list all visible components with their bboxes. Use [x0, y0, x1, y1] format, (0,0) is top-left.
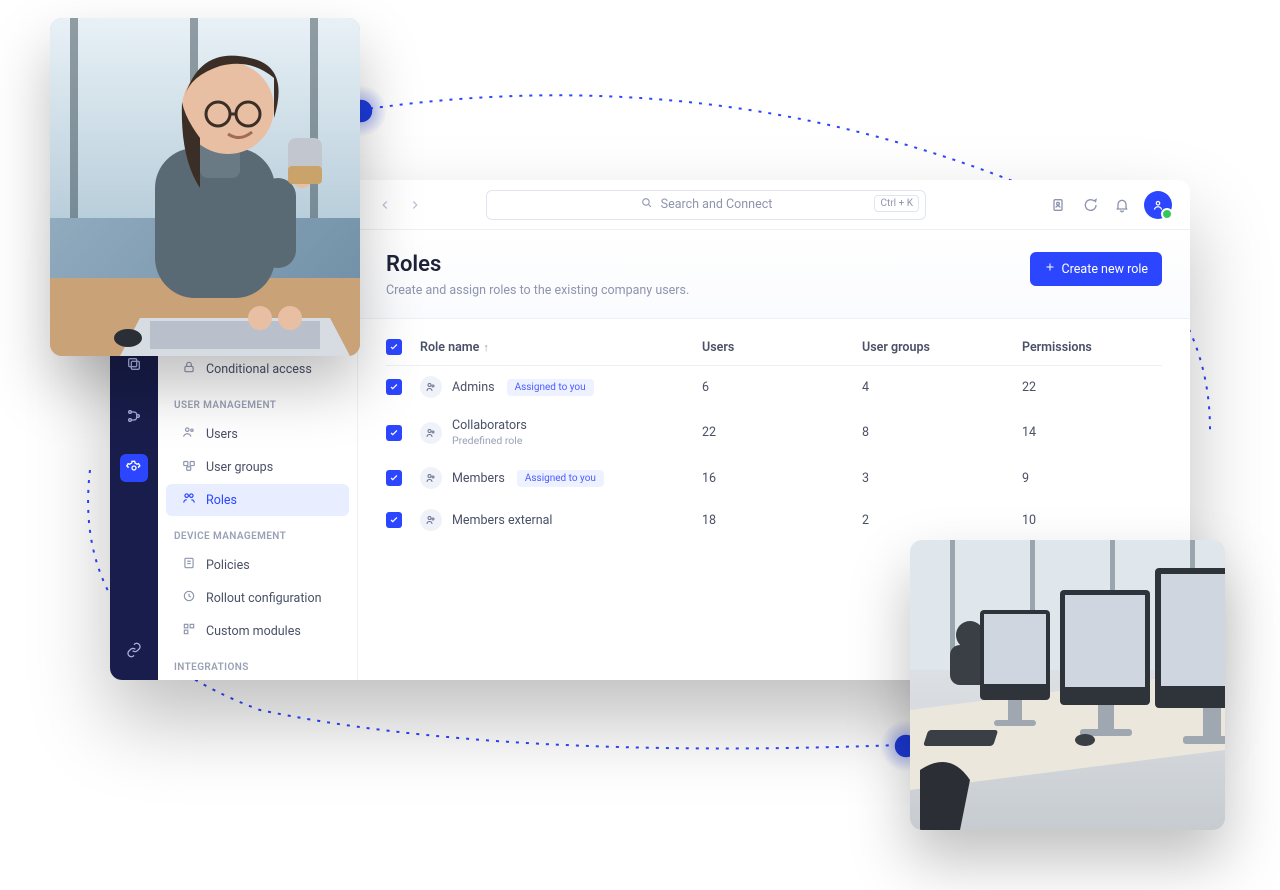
- cell-groups: 8: [862, 425, 1022, 440]
- row-checkbox[interactable]: [386, 470, 402, 486]
- role-name: Admins: [452, 380, 495, 395]
- role-cell: Members external: [420, 509, 702, 531]
- cell-perms: 14: [1022, 425, 1162, 440]
- sidebar-item-label: Custom modules: [206, 624, 301, 639]
- sidebar-item-rollout[interactable]: Rollout configuration: [166, 582, 349, 614]
- role-icon: [420, 467, 442, 489]
- role-name: Collaborators: [452, 418, 527, 433]
- sidebar-item-label: Conditional access: [206, 362, 312, 377]
- sidebar-item-label: User groups: [206, 460, 273, 475]
- col-user-groups[interactable]: User groups: [862, 340, 1022, 355]
- assigned-badge: Assigned to you: [517, 470, 604, 487]
- page-subtitle: Create and assign roles to the existing …: [386, 283, 689, 298]
- create-role-button[interactable]: Create new role: [1030, 252, 1162, 286]
- nav-forward-button[interactable]: [406, 196, 424, 214]
- sidebar-item-label: Users: [206, 427, 238, 442]
- nav-back-button[interactable]: [376, 196, 394, 214]
- photo-user-laptop: [50, 18, 360, 356]
- table-row[interactable]: Admins Assigned to you 6422: [386, 366, 1162, 408]
- cell-users: 18: [702, 513, 862, 528]
- sidebar-item-user-groups[interactable]: User groups: [166, 451, 349, 483]
- photo-office-desks: [910, 540, 1225, 830]
- sort-asc-icon: ↑: [483, 341, 489, 354]
- row-checkbox[interactable]: [386, 512, 402, 528]
- role-subtext: Predefined role: [452, 434, 527, 447]
- user-groups-icon: [182, 458, 196, 476]
- row-checkbox[interactable]: [386, 425, 402, 441]
- cell-users: 16: [702, 471, 862, 486]
- cell-perms: 22: [1022, 380, 1162, 395]
- cell-groups: 3: [862, 471, 1022, 486]
- users-icon: [182, 425, 196, 443]
- cell-groups: 4: [862, 380, 1022, 395]
- cell-groups: 2: [862, 513, 1022, 528]
- cell-perms: 10: [1022, 513, 1162, 528]
- button-label: Create new role: [1062, 262, 1148, 277]
- search-icon: [640, 196, 653, 213]
- sidebar-item-label: Rollout configuration: [206, 591, 322, 606]
- search-input[interactable]: Search and Connect Ctrl + K: [486, 190, 926, 220]
- sidebar-item-policies[interactable]: Policies: [166, 549, 349, 581]
- role-cell: Admins Assigned to you: [420, 376, 702, 398]
- bell-icon[interactable]: [1112, 195, 1132, 215]
- page-header: Roles Create and assign roles to the exi…: [358, 230, 1190, 319]
- sidebar-item-custom-modules[interactable]: Custom modules: [166, 615, 349, 647]
- section-integrations: INTEGRATIONS: [158, 648, 357, 679]
- roles-icon: [182, 491, 196, 509]
- role-icon: [420, 509, 442, 531]
- col-users[interactable]: Users: [702, 340, 862, 355]
- select-all-checkbox[interactable]: [386, 339, 402, 355]
- table-row[interactable]: Members Assigned to you 1639: [386, 457, 1162, 499]
- sidebar-item-label: Policies: [206, 558, 250, 573]
- role-icon: [420, 376, 442, 398]
- plus-icon: [1044, 261, 1056, 277]
- row-checkbox[interactable]: [386, 379, 402, 395]
- assigned-badge: Assigned to you: [507, 379, 594, 396]
- sidebar-item-roles[interactable]: Roles: [166, 484, 349, 516]
- table-row[interactable]: CollaboratorsPredefined role22814: [386, 408, 1162, 457]
- role-name: Members: [452, 471, 505, 486]
- roles-table: Role name↑ Users User groups Permissions…: [358, 319, 1190, 551]
- shortcut-hint: Ctrl + K: [874, 195, 919, 212]
- col-permissions[interactable]: Permissions: [1022, 340, 1162, 355]
- section-user-management: USER MANAGEMENT: [158, 386, 357, 417]
- rail-item-link[interactable]: [120, 636, 148, 664]
- table-header: Role name↑ Users User groups Permissions: [386, 329, 1162, 366]
- role-name: Members external: [452, 513, 552, 528]
- chat-icon[interactable]: [1080, 195, 1100, 215]
- topbar: Search and Connect Ctrl + K: [358, 180, 1190, 230]
- role-icon: [420, 422, 442, 444]
- rail-item-settings[interactable]: [120, 454, 148, 482]
- col-role-name[interactable]: Role name↑: [420, 340, 702, 355]
- lock-icon: [182, 360, 196, 378]
- cell-perms: 9: [1022, 471, 1162, 486]
- modules-icon: [182, 622, 196, 640]
- sidebar-item-label: Roles: [206, 493, 237, 508]
- rollout-icon: [182, 589, 196, 607]
- search-placeholder: Search and Connect: [661, 197, 773, 212]
- section-device-management: DEVICE MANAGEMENT: [158, 517, 357, 548]
- page-title: Roles: [386, 252, 689, 277]
- cell-users: 6: [702, 380, 862, 395]
- policies-icon: [182, 556, 196, 574]
- cell-users: 22: [702, 425, 862, 440]
- rail-item-branch[interactable]: [120, 402, 148, 430]
- role-cell: CollaboratorsPredefined role: [420, 418, 702, 447]
- sidebar-item-users[interactable]: Users: [166, 418, 349, 450]
- contacts-icon[interactable]: [1048, 195, 1068, 215]
- avatar[interactable]: [1144, 191, 1172, 219]
- table-row[interactable]: Members external 18210: [386, 499, 1162, 541]
- sidebar-item-conditional-access[interactable]: Conditional access: [166, 353, 349, 385]
- role-cell: Members Assigned to you: [420, 467, 702, 489]
